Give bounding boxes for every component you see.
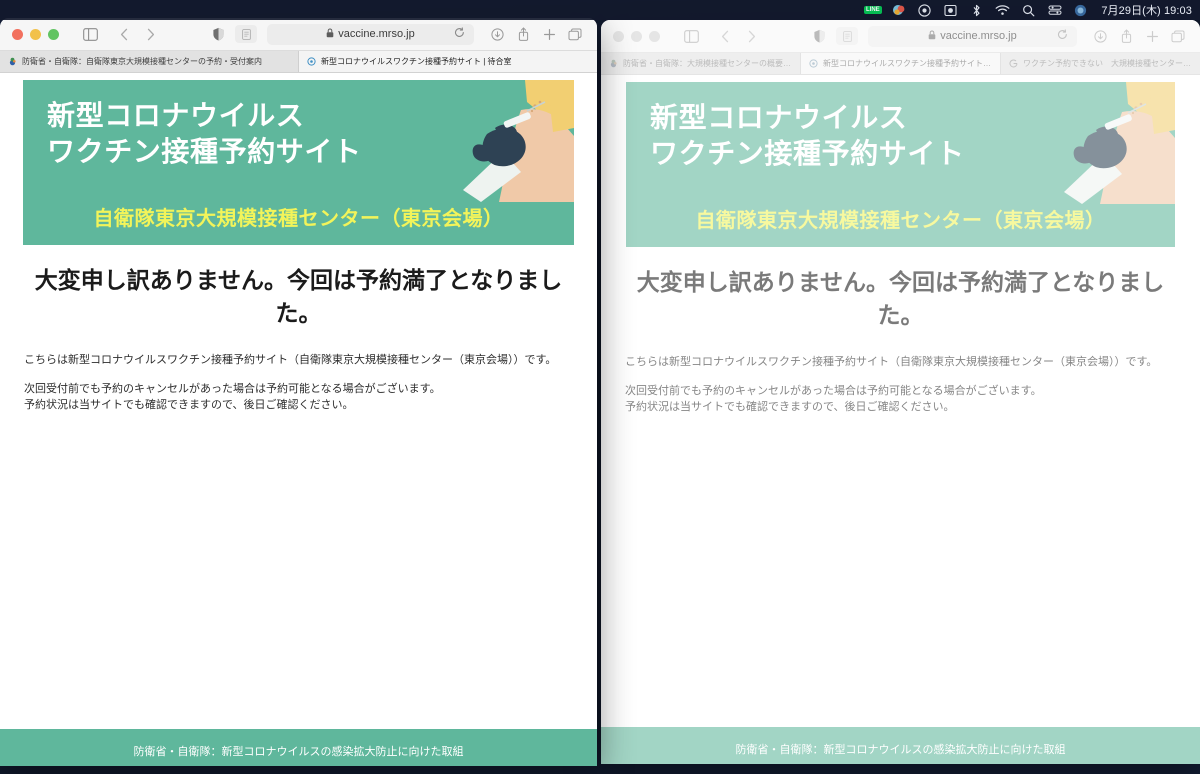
body-paragraph-2: 次回受付前でも予約のキャンセルがあった場合は予約可能となる場合がございます。 予… bbox=[24, 382, 441, 412]
share-icon[interactable] bbox=[1113, 25, 1139, 47]
site-footer-text: 防衛省・自衛隊：新型コロナウイルスの感染拡大防止に向けた取組 bbox=[735, 744, 1066, 756]
defense-ministry-icon bbox=[609, 59, 618, 68]
page-content: 新型コロナウイルス ワクチン接種予約サイト 自衛隊東京大規模接種センター（東京会… bbox=[0, 73, 597, 766]
back-chevron-icon[interactable] bbox=[111, 23, 137, 45]
siri-icon[interactable] bbox=[1073, 3, 1088, 18]
reader-view-icon[interactable] bbox=[235, 25, 257, 43]
control-center-icon[interactable] bbox=[1047, 3, 1062, 18]
hero-subtitle: 自衛隊東京大規模接種センター（東京会場） bbox=[93, 208, 504, 230]
google-icon bbox=[1009, 59, 1018, 68]
new-tab-icon[interactable] bbox=[536, 23, 562, 45]
new-tab-icon[interactable] bbox=[1139, 25, 1165, 47]
hero-title-line2: ワクチン接種予約サイト bbox=[47, 135, 362, 167]
browser-window-right[interactable]: vaccine.mrso.jp 防衛省・自衛隊：大規模接種センターの概要 予約サ… bbox=[601, 20, 1200, 764]
browser-tab-active[interactable]: 新型コロナウイルスワクチン接種予約サイト | 待合室 bbox=[801, 53, 1001, 74]
tab-label: 新型コロナウイルスワクチン接種予約サイト | 待合室 bbox=[321, 57, 512, 66]
tab-strip: 防衛省・自衛隊：大規模接種センターの概要 予約サー… 新型コロナウイルスワクチン… bbox=[601, 53, 1200, 75]
site-footer: 防衛省・自衛隊：新型コロナウイルスの感染拡大防止に向けた取組 bbox=[601, 727, 1200, 764]
lock-icon bbox=[326, 28, 334, 40]
tab-label: 防衛省・自衛隊：大規模接種センターの概要 予約サー… bbox=[623, 59, 792, 68]
minimize-button[interactable] bbox=[30, 28, 41, 40]
tab-label: 新型コロナウイルスワクチン接種予約サイト | 待合室 bbox=[823, 59, 992, 68]
address-bar-url: vaccine.mrso.jp bbox=[940, 30, 1017, 42]
close-button[interactable] bbox=[12, 28, 23, 40]
privacy-shield-icon[interactable] bbox=[806, 25, 832, 47]
download-icon[interactable] bbox=[484, 23, 510, 45]
share-icon[interactable] bbox=[510, 23, 536, 45]
forward-chevron-icon[interactable] bbox=[738, 25, 764, 47]
screen-record-icon[interactable] bbox=[917, 3, 932, 18]
page-content: 新型コロナウイルス ワクチン接種予約サイト 自衛隊東京大規模接種センター（東京会… bbox=[601, 75, 1200, 764]
address-bar[interactable]: vaccine.mrso.jp bbox=[868, 25, 1077, 47]
site-footer-text: 防衛省・自衛隊：新型コロナウイルスの感染拡大防止に向けた取組 bbox=[133, 746, 464, 758]
vaccine-site-icon bbox=[307, 57, 316, 66]
search-icon[interactable] bbox=[1021, 3, 1036, 18]
browser-tab[interactable]: ワクチン予約できない 大規模接種センター - Google… bbox=[1001, 53, 1200, 74]
tab-strip: 防衛省・自衛隊：自衛隊東京大規模接種センターの予約・受付案内 新型コロナウイルス… bbox=[0, 51, 597, 73]
page-body-copy: こちらは新型コロナウイルスワクチン接種予約サイト（自衛隊東京大規模接種センター（… bbox=[625, 354, 1176, 416]
privacy-shield-icon[interactable] bbox=[205, 23, 231, 45]
reload-icon[interactable] bbox=[1057, 29, 1068, 43]
browser-toolbar: vaccine.mrso.jp bbox=[601, 20, 1200, 53]
tab-overview-icon[interactable] bbox=[562, 23, 588, 45]
forward-chevron-icon[interactable] bbox=[137, 23, 163, 45]
site-footer: 防衛省・自衛隊：新型コロナウイルスの感染拡大防止に向けた取組 bbox=[0, 729, 597, 766]
body-paragraph-1: こちらは新型コロナウイルスワクチン接種予約サイト（自衛隊東京大規模接種センター（… bbox=[625, 356, 1158, 369]
sidebar-icon[interactable] bbox=[678, 25, 704, 47]
line-icon[interactable]: LINE bbox=[864, 3, 882, 18]
browser-toolbar: vaccine.mrso.jp bbox=[0, 18, 597, 51]
minimize-button[interactable] bbox=[631, 30, 642, 42]
address-bar-url: vaccine.mrso.jp bbox=[338, 28, 415, 40]
defense-ministry-icon bbox=[8, 57, 17, 66]
back-chevron-icon[interactable] bbox=[712, 25, 738, 47]
body-paragraph-1: こちらは新型コロナウイルスワクチン接種予約サイト（自衛隊東京大規模接種センター（… bbox=[24, 354, 557, 367]
macos-menu-bar: LINE 7月29日(木) 19:03 bbox=[0, 0, 1200, 20]
display-icon[interactable] bbox=[943, 3, 958, 18]
menubar-clock[interactable]: 7月29日(木) 19:03 bbox=[1099, 2, 1192, 18]
hero-subtitle: 自衛隊東京大規模接種センター（東京会場） bbox=[695, 210, 1106, 232]
vaccine-site-icon bbox=[809, 59, 818, 68]
browser-tab-active[interactable]: 新型コロナウイルスワクチン接種予約サイト | 待合室 bbox=[299, 51, 597, 72]
reader-view-icon[interactable] bbox=[836, 27, 858, 45]
window-traffic-lights[interactable] bbox=[610, 30, 660, 42]
site-hero-banner: 新型コロナウイルス ワクチン接種予約サイト 自衛隊東京大規模接種センター（東京会… bbox=[23, 80, 574, 245]
maximize-button[interactable] bbox=[649, 30, 660, 42]
address-bar[interactable]: vaccine.mrso.jp bbox=[267, 23, 474, 45]
download-icon[interactable] bbox=[1087, 25, 1113, 47]
hero-title: 新型コロナウイルス ワクチン接種予約サイト bbox=[23, 98, 574, 170]
hero-title-line1: 新型コロナウイルス bbox=[650, 102, 908, 133]
sidebar-icon[interactable] bbox=[77, 23, 103, 45]
page-headline: 大変申し訳ありません。今回は予約満了となりました。 bbox=[34, 268, 563, 326]
tab-label: ワクチン予約できない 大規模接種センター - Google… bbox=[1023, 59, 1192, 68]
wifi-icon[interactable] bbox=[995, 3, 1010, 18]
window-traffic-lights[interactable] bbox=[9, 28, 59, 40]
hero-title-line1: 新型コロナウイルス bbox=[47, 100, 305, 131]
tab-overview-icon[interactable] bbox=[1165, 25, 1191, 47]
tab-label: 防衛省・自衛隊：自衛隊東京大規模接種センターの予約・受付案内 bbox=[22, 57, 262, 66]
hero-title-line2: ワクチン接種予約サイト bbox=[650, 137, 965, 169]
close-button[interactable] bbox=[613, 30, 624, 42]
browser-window-left[interactable]: vaccine.mrso.jp 防衛省・自衛隊：自衛隊東京大規模接種センターの予… bbox=[0, 18, 597, 766]
page-headline: 大変申し訳ありません。今回は予約満了となりました。 bbox=[636, 270, 1165, 328]
hero-title: 新型コロナウイルス ワクチン接種予約サイト bbox=[626, 100, 1175, 172]
maximize-button[interactable] bbox=[48, 28, 59, 40]
reload-icon[interactable] bbox=[454, 27, 465, 41]
browser-tab[interactable]: 防衛省・自衛隊：大規模接種センターの概要 予約サー… bbox=[601, 53, 801, 74]
bluetooth-icon[interactable] bbox=[969, 3, 984, 18]
browser-tab[interactable]: 防衛省・自衛隊：自衛隊東京大規模接種センターの予約・受付案内 bbox=[0, 51, 299, 72]
body-paragraph-2: 次回受付前でも予約のキャンセルがあった場合は予約可能となる場合がございます。 予… bbox=[625, 384, 1042, 414]
site-hero-banner: 新型コロナウイルス ワクチン接種予約サイト 自衛隊東京大規模接種センター（東京会… bbox=[626, 82, 1175, 247]
colorful-app-icon[interactable] bbox=[891, 3, 906, 18]
page-body-copy: こちらは新型コロナウイルスワクチン接種予約サイト（自衛隊東京大規模接種センター（… bbox=[24, 352, 573, 414]
lock-icon bbox=[928, 30, 936, 42]
